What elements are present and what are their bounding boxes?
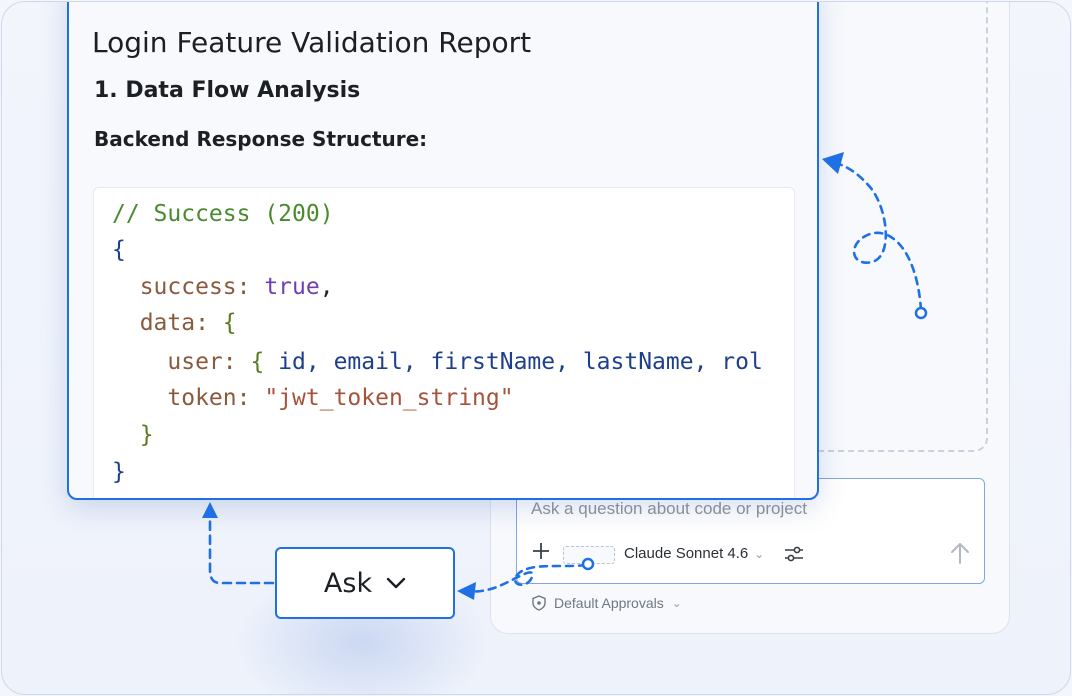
approvals-selector[interactable]: Default Approvals ⌄ bbox=[532, 595, 682, 611]
code-string: "jwt_token_string" bbox=[264, 385, 514, 411]
ask-button[interactable]: Ask bbox=[275, 547, 455, 619]
code-key: user: bbox=[167, 349, 251, 375]
code-keyword: true bbox=[264, 274, 320, 300]
code-punct: , bbox=[319, 274, 334, 300]
code-open-brace: { bbox=[112, 237, 126, 263]
arrow-up-icon[interactable] bbox=[949, 541, 971, 565]
code-key: success: bbox=[139, 274, 265, 300]
plus-icon[interactable] bbox=[531, 541, 551, 561]
code-brace: } bbox=[139, 422, 154, 448]
context-chip[interactable] bbox=[563, 546, 615, 564]
code-close-brace: } bbox=[112, 459, 126, 485]
model-selector[interactable]: Claude Sonnet 4.6 ⌄ bbox=[624, 545, 764, 562]
ask-label: Ask bbox=[323, 567, 373, 599]
chat-input[interactable]: Ask a question about code or project bbox=[531, 499, 807, 519]
code-line-token: token: "jwt_token_string" bbox=[112, 384, 514, 412]
code-brace: { bbox=[222, 310, 237, 336]
report-title: Login Feature Validation Report bbox=[92, 26, 532, 59]
code-line-user: user: { id, email, firstName, lastName, … bbox=[112, 348, 763, 376]
report-card: Login Feature Validation Report 1. Data … bbox=[67, 2, 819, 500]
code-brace: { bbox=[250, 349, 279, 375]
chevron-down-icon: ⌄ bbox=[754, 546, 765, 561]
chevron-down-icon bbox=[386, 577, 406, 589]
chat-history-placeholder bbox=[812, 2, 988, 452]
code-key: token: bbox=[167, 385, 265, 411]
approvals-label: Default Approvals bbox=[554, 595, 664, 611]
chevron-down-icon: ⌄ bbox=[671, 596, 682, 610]
app-frame: Ask a question about code or project Cla… bbox=[1, 1, 1071, 695]
code-close-data: } bbox=[112, 421, 154, 449]
code-block: // Success (200) { success: true, data: … bbox=[93, 187, 795, 498]
shield-icon bbox=[532, 595, 546, 611]
code-identifiers: id, email, firstName, lastName, rol bbox=[278, 349, 763, 375]
code-comment: // Success (200) bbox=[112, 201, 334, 227]
sub-heading: Backend Response Structure: bbox=[94, 127, 428, 151]
sliders-icon[interactable] bbox=[783, 543, 805, 565]
code-line-success: success: true, bbox=[112, 273, 334, 301]
model-name: Claude Sonnet 4.6 bbox=[624, 545, 749, 562]
ask-arrow bbox=[208, 515, 275, 585]
code-key: data: bbox=[139, 310, 223, 336]
section-heading: 1. Data Flow Analysis bbox=[94, 78, 361, 103]
arrow-head-ask bbox=[202, 502, 218, 518]
code-line-data: data: { bbox=[112, 309, 237, 337]
